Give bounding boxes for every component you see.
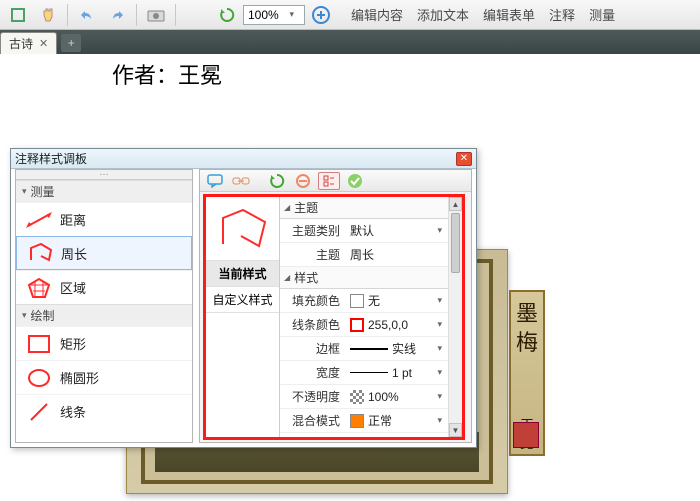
- style-tab-current[interactable]: 当前样式: [206, 261, 279, 287]
- main-toolbar: 100% ▾ 编辑内容 添加文本 编辑表单 注释 测量: [0, 0, 700, 30]
- ellipse-icon: [26, 366, 52, 390]
- style-tab-custom[interactable]: 自定义样式: [206, 287, 279, 313]
- seal-icon: [513, 422, 539, 448]
- scrollbar-thumb[interactable]: [451, 213, 460, 273]
- tool-line[interactable]: 线条: [16, 394, 192, 428]
- title-strip: 墨 梅 王 冕: [509, 290, 545, 456]
- style-preset-column: 当前样式 自定义样式: [206, 197, 280, 437]
- swatch-icon: [350, 318, 364, 332]
- menu-annotate[interactable]: 注释: [549, 5, 575, 24]
- tool-perimeter[interactable]: 周长: [16, 236, 192, 270]
- zoom-in-icon[interactable]: [307, 3, 335, 27]
- scrollbar[interactable]: ▲ ▼: [448, 197, 462, 437]
- chevron-down-icon[interactable]: ▾: [437, 295, 442, 306]
- category-draw[interactable]: 绘制: [16, 304, 192, 326]
- tool-rectangle[interactable]: 矩形: [16, 326, 192, 360]
- refresh-icon[interactable]: [266, 172, 288, 190]
- panel-title: 注释样式调板: [15, 150, 87, 167]
- menu-edit-content[interactable]: 编辑内容: [351, 5, 403, 24]
- category-measure[interactable]: 测量: [16, 180, 192, 202]
- document-tab[interactable]: 古诗 ✕: [0, 32, 57, 54]
- grip-icon[interactable]: ⋯: [16, 170, 192, 180]
- scroll-down-icon[interactable]: ▼: [449, 423, 462, 437]
- comment-icon[interactable]: [204, 172, 226, 190]
- tool-list: ⋯ 测量 距离 周长: [15, 169, 193, 443]
- chevron-down-icon[interactable]: ▾: [437, 319, 442, 330]
- style-thumbnail: [206, 197, 279, 261]
- tab-title: 古诗: [9, 35, 33, 52]
- prop-fill-color[interactable]: 填充颜色 无▾: [280, 289, 448, 313]
- line-sample-icon: [350, 348, 388, 350]
- chevron-down-icon[interactable]: ▾: [437, 225, 442, 236]
- chevron-down-icon[interactable]: ▾: [437, 415, 442, 426]
- rectangle-icon: [26, 332, 52, 356]
- menu-bar: 编辑内容 添加文本 编辑表单 注释 测量: [351, 5, 615, 24]
- tab-strip: 古诗 ✕ +: [0, 30, 700, 54]
- checker-icon: [350, 390, 364, 404]
- link-icon[interactable]: [230, 172, 252, 190]
- zoom-value[interactable]: 100%: [248, 8, 279, 22]
- menu-add-text[interactable]: 添加文本: [417, 5, 469, 24]
- prop-opacity[interactable]: 不透明度 100%▾: [280, 385, 448, 409]
- swatch-icon: [350, 294, 364, 308]
- close-icon[interactable]: ✕: [456, 152, 472, 166]
- prop-stroke-color[interactable]: 线条颜色 255,0,0▾: [280, 313, 448, 337]
- hand-tool-icon[interactable]: [34, 3, 62, 27]
- scroll-up-icon[interactable]: ▲: [449, 197, 462, 211]
- menu-measure[interactable]: 测量: [589, 5, 615, 24]
- distance-icon: [26, 208, 52, 232]
- delete-icon[interactable]: [292, 172, 314, 190]
- style-toolbar: [200, 170, 471, 192]
- chevron-down-icon[interactable]: ▾: [437, 391, 442, 402]
- group-style[interactable]: 样式: [280, 267, 448, 289]
- redo-icon[interactable]: [103, 3, 131, 27]
- undo-icon[interactable]: [73, 3, 101, 27]
- area-icon: [26, 276, 52, 300]
- zoom-combo[interactable]: 100% ▾: [243, 5, 305, 25]
- chevron-down-icon[interactable]: ▾: [437, 367, 442, 378]
- tool-icon-1[interactable]: [4, 3, 32, 27]
- prop-width[interactable]: 宽度 1 pt▾: [280, 361, 448, 385]
- tool-ellipse[interactable]: 椭圆形: [16, 360, 192, 394]
- prop-theme[interactable]: 主题 周长: [280, 243, 448, 267]
- close-icon[interactable]: ✕: [39, 37, 48, 50]
- tool-area[interactable]: 区域: [16, 270, 192, 304]
- chevron-down-icon[interactable]: ▾: [289, 9, 294, 20]
- line-icon: [26, 400, 52, 424]
- apply-icon[interactable]: [344, 172, 366, 190]
- chevron-down-icon[interactable]: ▾: [437, 343, 442, 354]
- author-text: 作者：王冕: [112, 58, 672, 90]
- snapshot-icon[interactable]: [142, 3, 170, 27]
- tool-distance[interactable]: 距离: [16, 202, 192, 236]
- refresh-icon[interactable]: [213, 3, 241, 27]
- menu-edit-form[interactable]: 编辑表单: [483, 5, 535, 24]
- new-tab-button[interactable]: +: [61, 34, 81, 52]
- prop-blend-mode[interactable]: 混合模式 正常▾: [280, 409, 448, 433]
- swatch-icon: [350, 414, 364, 428]
- prop-theme-category[interactable]: 主题类别 默认▾: [280, 219, 448, 243]
- style-properties-pane: 当前样式 自定义样式 主题 主题类别 默认▾: [199, 169, 472, 443]
- prop-border[interactable]: 边框 实线▾: [280, 337, 448, 361]
- document-area: 作者：王冕 墨 梅 王 冕 注释样式调板 ✕ ⋯ 测量: [0, 54, 700, 501]
- checklist-icon[interactable]: [318, 172, 340, 190]
- perimeter-icon: [27, 241, 53, 265]
- group-theme[interactable]: 主题: [280, 197, 448, 219]
- property-list: 主题 主题类别 默认▾ 主题 周长 样式: [280, 197, 462, 437]
- line-sample-icon: [350, 372, 388, 373]
- annotation-style-panel: 注释样式调板 ✕ ⋯ 测量 距离: [10, 148, 477, 448]
